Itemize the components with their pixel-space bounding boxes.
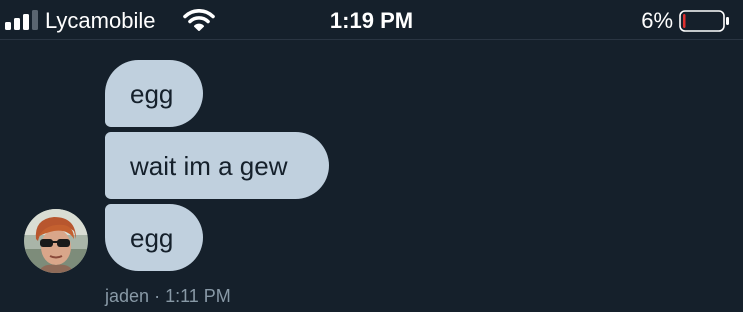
status-bar: Lycamobile 1:19 PM 6% — [0, 0, 743, 40]
message-bubble[interactable]: egg — [105, 204, 203, 271]
message-text: egg — [130, 222, 174, 253]
message-bubble[interactable]: wait im a gew — [105, 132, 329, 199]
message-bubble[interactable]: egg — [105, 60, 203, 127]
battery-percent: 6% — [641, 8, 673, 33]
message-text: egg — [130, 78, 174, 109]
avatar-image — [24, 209, 88, 273]
status-time: 1:19 PM — [329, 8, 414, 33]
battery-icon — [679, 10, 729, 32]
message-text: wait im a gew — [130, 150, 288, 181]
message-timestamp: 1:11 PM — [165, 286, 231, 306]
battery-level-fill — [683, 14, 686, 28]
message-thread: egg wait im a gew egg jaden · 1:11 PM — [0, 41, 743, 312]
sender-name[interactable]: jaden — [105, 286, 149, 306]
meta-separator: · — [154, 286, 161, 306]
message-meta: jaden · 1:11 PM — [105, 285, 231, 307]
avatar[interactable] — [24, 209, 88, 273]
